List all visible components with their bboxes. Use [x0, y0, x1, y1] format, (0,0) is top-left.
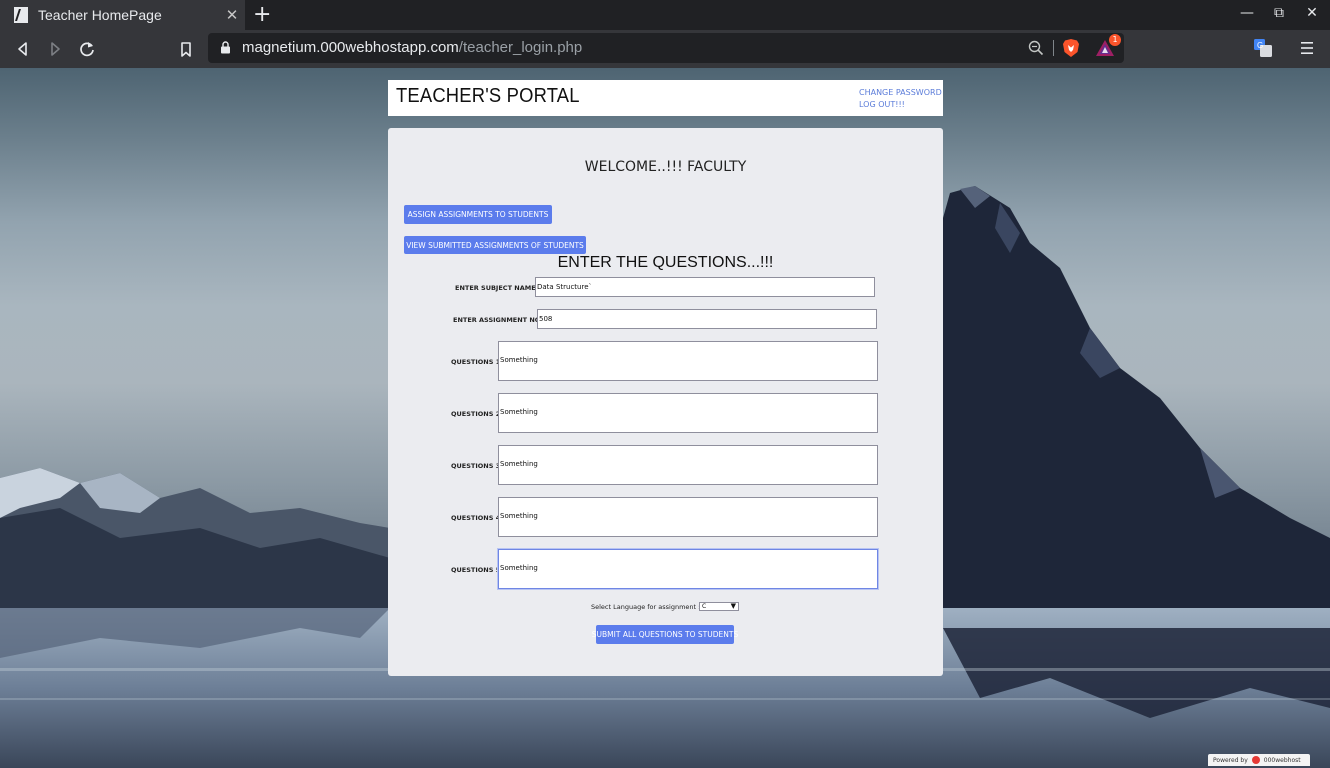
language-select[interactable]: C ▼ [699, 602, 739, 611]
question-1-textarea[interactable]: Something [498, 341, 878, 381]
language-selected-value: C [702, 603, 707, 610]
new-tab-button[interactable]: + [253, 3, 271, 27]
portal-header: TEACHER'S PORTAL CHANGE PASSWORD LOG OUT… [388, 80, 943, 116]
question-5-label: QUESTIONS 5: [451, 566, 503, 574]
page-viewport: TEACHER'S PORTAL CHANGE PASSWORD LOG OUT… [0, 68, 1330, 768]
svg-text:G: G [1257, 41, 1263, 50]
menu-icon[interactable] [1300, 40, 1314, 56]
question-1-label: QUESTIONS 1: [451, 358, 503, 366]
hosting-badge[interactable]: Powered by 000webhost [1208, 754, 1310, 766]
subject-name-input[interactable]: Data Structure` [535, 277, 875, 297]
question-3-textarea[interactable]: Something [498, 445, 878, 485]
back-icon[interactable] [12, 38, 34, 60]
tab-title: Teacher HomePage [38, 7, 162, 23]
change-password-link[interactable]: CHANGE PASSWORD [859, 88, 942, 97]
question-2-textarea[interactable]: Something [498, 393, 878, 433]
question-2-label: QUESTIONS 2: [451, 410, 503, 418]
brave-shield-icon[interactable] [1062, 38, 1080, 58]
assign-assignments-button[interactable]: ASSIGN ASSIGNMENTS TO STUDENTS [404, 205, 552, 224]
forward-icon[interactable] [44, 38, 66, 60]
reload-icon[interactable] [76, 38, 98, 60]
url-path: /teacher_login.php [458, 39, 583, 56]
host-logo-icon [1251, 756, 1260, 764]
main-card: WELCOME..!!! FACULTY ASSIGN ASSIGNMENTS … [388, 128, 943, 676]
rewards-badge: 1 [1109, 34, 1121, 46]
zoom-icon[interactable] [1028, 40, 1044, 56]
question-4-textarea[interactable]: Something [498, 497, 878, 537]
browser-tab[interactable]: Teacher HomePage ✕ [0, 0, 245, 30]
site-favicon-icon [14, 7, 28, 23]
page-title: TEACHER'S PORTAL [396, 85, 580, 107]
minimize-button[interactable]: — [1237, 5, 1257, 21]
tab-strip: Teacher HomePage ✕ + — ⧉ ✕ [0, 0, 1330, 30]
assignment-no-input[interactable]: 508 [537, 309, 877, 329]
questions-heading: ENTER THE QUESTIONS...!!! [557, 254, 774, 271]
question-5-textarea[interactable]: Something [498, 549, 878, 589]
lock-icon[interactable] [220, 41, 231, 54]
tab-close-icon[interactable]: ✕ [219, 6, 245, 24]
close-window-button[interactable]: ✕ [1302, 5, 1322, 21]
view-submitted-assignments-button[interactable]: VIEW SUBMITTED ASSIGNMENTS OF STUDENTS [404, 236, 586, 254]
submit-questions-button[interactable]: SUBMIT ALL QUESTIONS TO STUDENTS [592, 625, 738, 644]
address-bar[interactable]: magnetium.000webhostapp.com/teacher_logi… [208, 33, 1124, 63]
powered-by-text: Powered by [1213, 756, 1248, 764]
language-label: Select Language for assignment : [591, 603, 701, 611]
bookmark-icon[interactable] [175, 38, 197, 60]
host-name: 000webhost [1263, 756, 1301, 764]
welcome-heading: WELCOME..!!! FACULTY [584, 159, 747, 175]
dropdown-arrow-icon: ▼ [730, 602, 736, 610]
url-text[interactable]: magnetium.000webhostapp.com/teacher_logi… [242, 39, 582, 56]
logout-link[interactable]: LOG OUT!!! [859, 100, 905, 109]
browser-toolbar: magnetium.000webhostapp.com/teacher_logi… [0, 30, 1330, 68]
address-bar-divider [1053, 40, 1054, 56]
url-host: magnetium.000webhostapp.com [242, 39, 459, 56]
maximize-button[interactable]: ⧉ [1269, 5, 1289, 21]
subject-name-label: ENTER SUBJECT NAME:- [455, 284, 541, 292]
assignment-no-label: ENTER ASSIGNMENT NO:- [453, 316, 546, 324]
question-4-label: QUESTIONS 4: [451, 514, 503, 522]
translate-icon[interactable]: G [1254, 39, 1272, 57]
question-3-label: QUESTIONS 3: [451, 462, 503, 470]
